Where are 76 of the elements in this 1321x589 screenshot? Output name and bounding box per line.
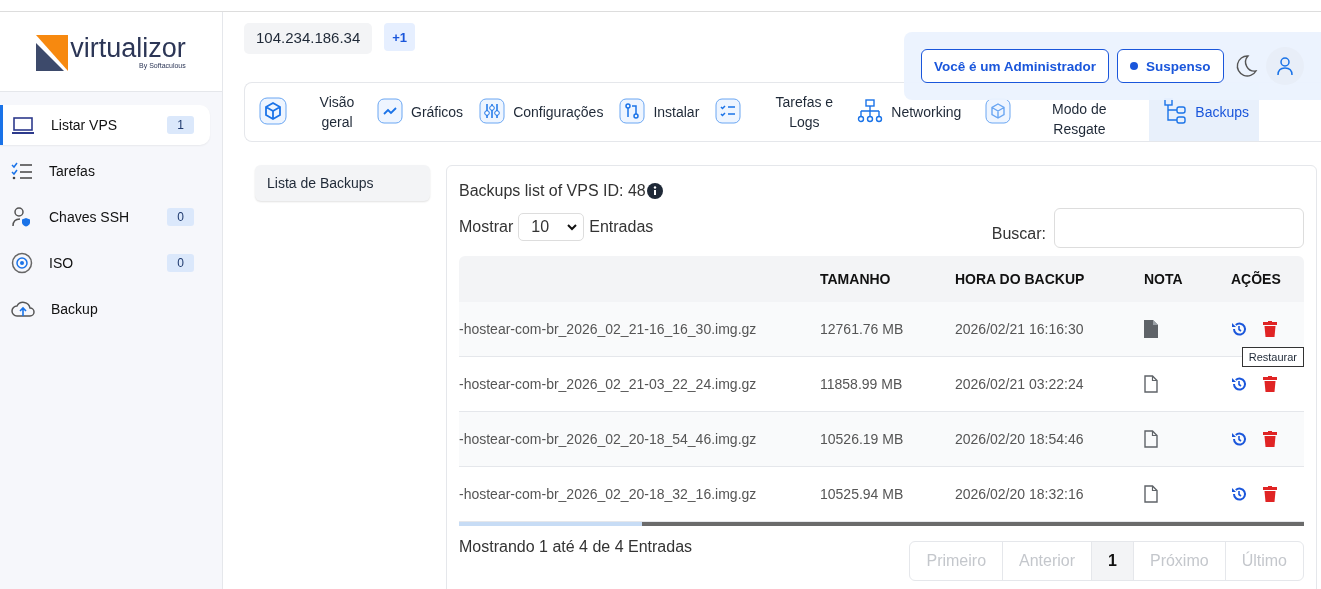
column-header: HORA DO BACKUP (955, 271, 1086, 287)
table-cell-text: -hostear-com-br_2026_02_21-16_16_30.img.gz (459, 321, 758, 337)
sidebar-item[interactable]: Listar VPS 1 (0, 105, 210, 145)
count-badge: 1 (167, 116, 194, 134)
delete-icon[interactable] (1263, 321, 1277, 337)
line-chart-icon (377, 97, 403, 124)
laptop-icon (11, 115, 35, 135)
logo-icon (36, 34, 69, 71)
subnav-item[interactable]: Lista de Backups (255, 165, 430, 201)
column-header: TAMANHO (820, 271, 892, 287)
status-dot-icon (1130, 62, 1139, 70)
delete-icon[interactable] (1263, 486, 1277, 502)
count-badge: 0 (167, 254, 194, 272)
search-label: Buscar: (991, 225, 1046, 243)
sidebar-item[interactable]: Chaves SSH 0 (0, 197, 210, 237)
sidebar-item[interactable]: Tarefas (0, 151, 210, 191)
page-button[interactable]: 1 (1091, 542, 1133, 580)
tooltip: Restaurar (1241, 347, 1304, 367)
table-cell-text: -hostear-com-br_2026_02_20-18_32_16.img.gz (459, 486, 758, 502)
tab[interactable]: Instalar (617, 83, 714, 141)
restore-icon[interactable] (1231, 431, 1247, 447)
table-cell-text: -hostear-com-br_2026_02_20-18_54_46.img.gz (459, 431, 758, 447)
chevron-down-icon (567, 223, 578, 231)
table-cell-text: 2026/02/20 18:54:46 (955, 431, 1085, 447)
logo-name: virtualizor (70, 34, 186, 62)
network-icon (857, 97, 884, 124)
table-cell-text: 11858.99 MB (820, 376, 904, 392)
delete-icon[interactable] (1263, 431, 1277, 447)
note-outline-icon[interactable] (1144, 430, 1158, 448)
table-cell-text: 2026/02/20 18:32:16 (955, 486, 1085, 502)
table-cell-text: 2026/02/21 03:22:24 (955, 376, 1085, 392)
user-icon (1275, 56, 1294, 76)
checklist-icon (715, 97, 742, 124)
extra-ips-button[interactable]: +1 (384, 23, 416, 51)
entries-label: Entradas (589, 218, 654, 236)
note-outline-icon[interactable] (1144, 485, 1158, 503)
restore-icon[interactable] (1231, 321, 1247, 337)
checklist-icon (11, 161, 33, 181)
git-compare-icon (619, 97, 646, 124)
column-header: NOTA (1144, 271, 1184, 287)
ip-address: 104.234.186.34 (244, 23, 373, 54)
admin-button[interactable]: Você é um Administrador (921, 49, 1110, 83)
sidebar-item[interactable]: Backup (0, 289, 210, 329)
table-cell-text: 2026/02/21 16:16:30 (955, 321, 1085, 337)
user-button[interactable] (1265, 47, 1304, 85)
delete-icon[interactable] (1263, 376, 1277, 392)
status-button[interactable]: Suspenso (1117, 49, 1224, 83)
card-title: Backups list of VPS ID: 48 (459, 182, 646, 200)
tab[interactable]: Networking (855, 83, 984, 141)
table-cell-text: -hostear-com-br_2026_02_21-03_22_24.img.gz (459, 376, 758, 392)
table-cell-text: 12761.76 MB (820, 321, 905, 337)
tab[interactable]: Gráficos (375, 83, 478, 141)
count-badge: 0 (167, 208, 194, 226)
note-outline-icon[interactable] (1144, 375, 1158, 393)
sliders-icon (479, 97, 506, 124)
restore-icon[interactable] (1231, 376, 1247, 392)
show-label: Mostrar (459, 218, 514, 236)
column-header: AÇÕES (1231, 271, 1281, 287)
scrollbar-thumb[interactable] (459, 522, 642, 526)
restore-icon[interactable] (1231, 486, 1247, 502)
table-summary: Mostrando 1 até 4 de 4 Entradas (459, 538, 693, 556)
tab[interactable]: Tarefas e Logs (713, 83, 856, 141)
page-size-select[interactable]: 10 (518, 213, 585, 241)
tab[interactable]: Visão geral (257, 83, 375, 141)
disc-icon (11, 252, 33, 274)
info-icon (646, 183, 663, 199)
note-filled-icon[interactable] (1144, 320, 1158, 338)
cube-icon (259, 96, 287, 125)
tab[interactable]: Modo de Resgate (983, 83, 1150, 141)
tab[interactable]: Configurações (477, 83, 618, 141)
table-cell-text: 10525.94 MB (820, 486, 905, 502)
user-shield-icon (11, 206, 33, 228)
table-cell-text: 10526.19 MB (820, 431, 905, 447)
sidebar-item[interactable]: ISO 0 (0, 243, 210, 283)
cloud-upload-icon (11, 299, 35, 319)
search-field[interactable] (1054, 208, 1304, 248)
